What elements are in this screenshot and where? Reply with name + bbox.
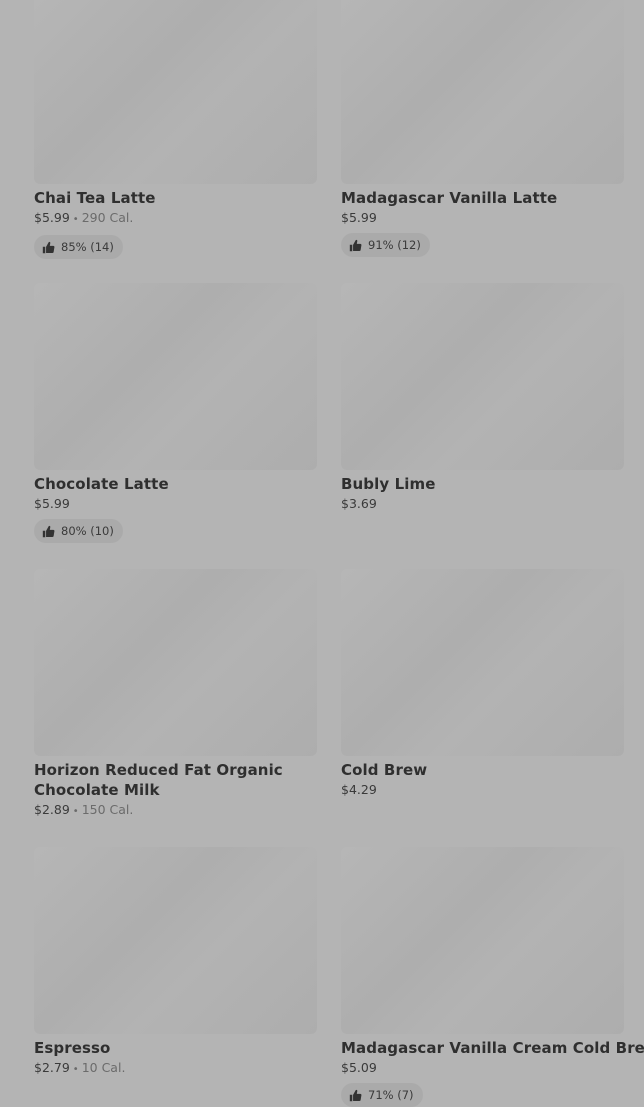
menu-item-card[interactable]: Bubly Lime $3.69: [341, 283, 624, 513]
menu-item-meta: $5.99: [34, 495, 317, 513]
separator-dot: •: [72, 214, 79, 225]
rating-text: 80% (10): [61, 524, 114, 538]
menu-item-name: Horizon Reduced Fat Organic Chocolate Mi…: [34, 761, 283, 799]
menu-item-card[interactable]: Horizon Reduced Fat Organic Chocolate Mi…: [34, 569, 317, 821]
thumbs-up-icon: [42, 241, 55, 254]
menu-item-image[interactable]: [34, 0, 317, 184]
rating-badge: 85% (14): [34, 235, 123, 259]
menu-item-image[interactable]: [341, 569, 624, 756]
menu-item-meta: $2.89 • 150 Cal.: [34, 801, 317, 821]
menu-item-price: $2.79: [34, 1060, 70, 1075]
rating-text: 85% (14): [61, 240, 114, 254]
menu-item-price: $5.09: [341, 1060, 377, 1075]
menu-item-name: Chocolate Latte: [34, 475, 169, 493]
menu-item-meta: $3.69: [341, 495, 624, 513]
menu-item-name: Cold Brew: [341, 761, 428, 779]
menu-item-price: $3.69: [341, 496, 377, 511]
menu-item-price: $5.99: [34, 210, 70, 225]
rating-text: 91% (12): [368, 238, 421, 252]
menu-item-price: $5.99: [34, 496, 70, 511]
menu-item-meta: $4.29: [341, 781, 624, 799]
rating-text: 71% (7): [368, 1088, 414, 1102]
menu-item-price: $5.99: [341, 210, 377, 225]
menu-item-meta: $5.09: [341, 1059, 624, 1077]
menu-item-price: $2.89: [34, 802, 70, 817]
menu-item-meta: $5.99 • 290 Cal.: [34, 209, 317, 229]
menu-item-card[interactable]: Madagascar Vanilla Cream Cold Brew $5.09…: [341, 847, 644, 1107]
thumbs-up-icon: [349, 239, 362, 252]
menu-item-price: $4.29: [341, 782, 377, 797]
menu-item-name: Espresso: [34, 1039, 111, 1057]
menu-item-name: Madagascar Vanilla Cream Cold Brew: [341, 1039, 644, 1057]
menu-item-name: Madagascar Vanilla Latte: [341, 189, 558, 207]
menu-item-image[interactable]: [341, 847, 624, 1034]
menu-item-calories: 290 Cal.: [81, 210, 134, 225]
menu-item-meta: $5.99: [341, 209, 624, 227]
separator-dot: •: [72, 806, 79, 817]
menu-item-image[interactable]: [34, 847, 317, 1034]
menu-item-name: Chai Tea Latte: [34, 189, 156, 207]
menu-item-card[interactable]: Madagascar Vanilla Latte $5.99 91% (12): [341, 0, 624, 257]
menu-item-card[interactable]: Chai Tea Latte $5.99 • 290 Cal. 85% (14): [34, 0, 317, 259]
menu-item-card[interactable]: Cold Brew $4.29: [341, 569, 624, 799]
rating-badge: 91% (12): [341, 233, 430, 257]
menu-item-card[interactable]: Chocolate Latte $5.99 80% (10): [34, 283, 317, 543]
rating-badge: 80% (10): [34, 519, 123, 543]
menu-item-name: Bubly Lime: [341, 475, 436, 493]
menu-item-image[interactable]: [34, 569, 317, 756]
separator-dot: •: [72, 1064, 79, 1075]
menu-item-card[interactable]: Espresso $2.79 • 10 Cal.: [34, 847, 317, 1079]
menu-item-calories: 150 Cal.: [81, 802, 134, 817]
menu-item-image[interactable]: [341, 283, 624, 470]
thumbs-up-icon: [349, 1089, 362, 1102]
menu-item-meta: $2.79 • 10 Cal.: [34, 1059, 317, 1079]
menu-item-image[interactable]: [34, 283, 317, 470]
menu-item-image[interactable]: [341, 0, 624, 184]
rating-badge: 71% (7): [341, 1083, 423, 1107]
menu-item-calories: 10 Cal.: [81, 1060, 126, 1075]
menu-item-grid: Chai Tea Latte $5.99 • 290 Cal. 85% (14) M…: [0, 0, 644, 1107]
thumbs-up-icon: [42, 525, 55, 538]
